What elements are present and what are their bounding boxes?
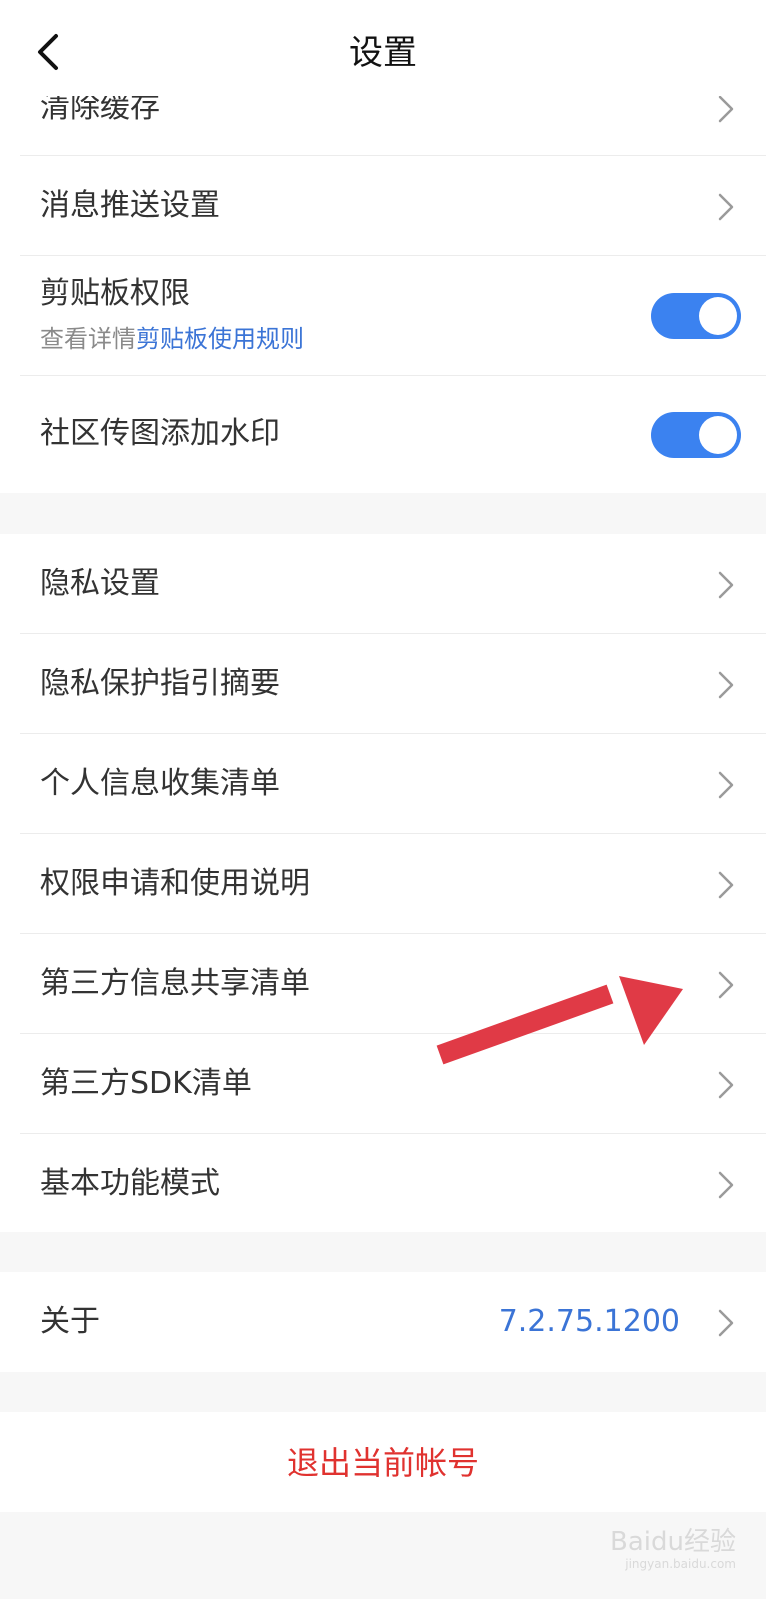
row-label: 剪贴板权限 [40, 276, 190, 311]
row-permission-description[interactable]: 权限申请和使用说明 [0, 834, 766, 934]
row-label: 个人信息收集清单 [40, 766, 280, 801]
chevron-right-icon [718, 571, 734, 599]
watermark-subtext: jingyan.baidu.com [625, 1557, 736, 1571]
row-label: 基本功能模式 [40, 1166, 220, 1201]
chevron-right-icon [718, 193, 734, 221]
toggle-knob [699, 297, 737, 335]
row-push-settings[interactable]: 消息推送设置 [0, 156, 766, 256]
row-label: 权限申请和使用说明 [40, 866, 310, 901]
row-basic-mode[interactable]: 基本功能模式 [0, 1134, 766, 1232]
settings-group-privacy: 隐私设置 隐私保护指引摘要 个人信息收集清单 权限申请和使用说明 第三方信息共享… [0, 534, 766, 1232]
row-personal-info-list[interactable]: 个人信息收集清单 [0, 734, 766, 834]
logout-section: 退出当前帐号 [0, 1412, 766, 1512]
row-about[interactable]: 关于 7.2.75.1200 [0, 1272, 766, 1372]
row-label: 消息推送设置 [40, 188, 220, 223]
clipboard-subtext: 查看详情剪贴板使用规则 [40, 324, 304, 354]
row-clipboard-permission: 剪贴板权限 查看详情剪贴板使用规则 [0, 256, 766, 376]
row-privacy-settings[interactable]: 隐私设置 [0, 534, 766, 634]
row-label: 隐私设置 [40, 566, 160, 601]
subtext-prefix: 查看详情 [40, 325, 136, 353]
watermark-toggle[interactable] [651, 412, 741, 458]
settings-group-about: 关于 7.2.75.1200 [0, 1272, 766, 1372]
page-title: 设置 [349, 33, 417, 73]
watermark-text: Baidu经验 [610, 1527, 736, 1557]
chevron-right-icon [718, 1071, 734, 1099]
chevron-right-icon [718, 871, 734, 899]
row-label: 社区传图添加水印 [40, 416, 280, 451]
chevron-right-icon [718, 95, 734, 123]
row-third-party-sharing[interactable]: 第三方信息共享清单 [0, 934, 766, 1034]
top-bar: 设置 [0, 0, 766, 96]
row-label: 关于 [40, 1304, 100, 1339]
row-label: 隐私保护指引摘要 [40, 666, 280, 701]
settings-group-general: 清除缓存 消息推送设置 剪贴板权限 查看详情剪贴板使用规则 社区传图添加水印 [0, 56, 766, 493]
row-privacy-summary[interactable]: 隐私保护指引摘要 [0, 634, 766, 734]
row-watermark-toggle: 社区传图添加水印 [0, 376, 766, 493]
row-label: 第三方SDK清单 [40, 1066, 252, 1101]
row-label: 第三方信息共享清单 [40, 966, 310, 1001]
row-third-party-sdk[interactable]: 第三方SDK清单 [0, 1034, 766, 1134]
logout-button[interactable]: 退出当前帐号 [0, 1442, 766, 1484]
clipboard-toggle[interactable] [651, 293, 741, 339]
clipboard-rules-link[interactable]: 剪贴板使用规则 [136, 325, 304, 353]
chevron-right-icon [718, 1309, 734, 1337]
chevron-right-icon [718, 771, 734, 799]
chevron-right-icon [718, 671, 734, 699]
chevron-right-icon [718, 971, 734, 999]
baidu-watermark: Baidu经验 jingyan.baidu.com [610, 1527, 736, 1571]
toggle-knob [699, 416, 737, 454]
version-text: 7.2.75.1200 [498, 1304, 680, 1339]
chevron-right-icon [718, 1171, 734, 1199]
